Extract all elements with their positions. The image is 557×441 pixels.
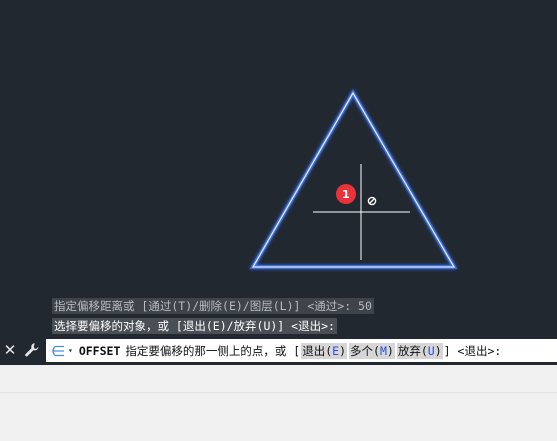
command-line-bar: ✕ ▾ OFFSET 指定要偏移的那一侧上的点，或 [ 退出(E) 多个(M) … (0, 336, 557, 365)
option-exit[interactable]: 退出(E) (301, 342, 348, 359)
triangle-entity[interactable] (251, 91, 456, 268)
status-divider (0, 392, 557, 393)
wrench-icon[interactable] (24, 342, 40, 358)
option-exit-label: 退出( (302, 343, 333, 358)
option-exit-close: ) (339, 343, 347, 358)
command-prompt-icon[interactable] (50, 345, 66, 357)
command-suffix-text: ] <退出>: (443, 343, 502, 358)
option-multiple[interactable]: 多个(M) (349, 342, 395, 359)
drawing-viewport (249, 89, 458, 269)
command-prompt-text: 指定要偏移的那一侧上的点，或 [ (125, 343, 301, 358)
status-bar-area (0, 365, 557, 441)
close-icon[interactable]: ✕ (2, 341, 18, 359)
crosshair-cursor (313, 164, 410, 260)
chevron-down-icon[interactable]: ▾ (68, 346, 73, 355)
command-history-line-2: 选择要偏移的对象，或 [退出(E)/放弃(U)] <退出>: (52, 318, 337, 334)
command-input[interactable]: ▾ OFFSET 指定要偏移的那一侧上的点，或 [ 退出(E) 多个(M) 放弃… (46, 339, 557, 362)
command-history-line-1: 指定偏移距离或 [通过(T)/删除(E)/图层(L)] <通过>: 50 (52, 298, 374, 314)
command-name: OFFSET (78, 343, 121, 358)
option-undo-label: 放弃( (397, 343, 428, 358)
step-marker-badge: 1 (336, 184, 356, 204)
option-multiple-key: M (379, 343, 387, 358)
option-undo[interactable]: 放弃(U) (396, 342, 443, 359)
pickbox-cursor-icon (367, 196, 377, 206)
triangle-glow (249, 89, 458, 269)
option-undo-close: ) (434, 343, 442, 358)
option-multiple-label: 多个( (350, 343, 380, 358)
drawing-canvas[interactable]: 1 指定偏移距离或 [通过(T)/删除(E)/图层(L)] <通过>: 50 选… (0, 0, 557, 336)
option-multiple-close: ) (386, 343, 394, 358)
option-undo-key: U (427, 343, 435, 358)
